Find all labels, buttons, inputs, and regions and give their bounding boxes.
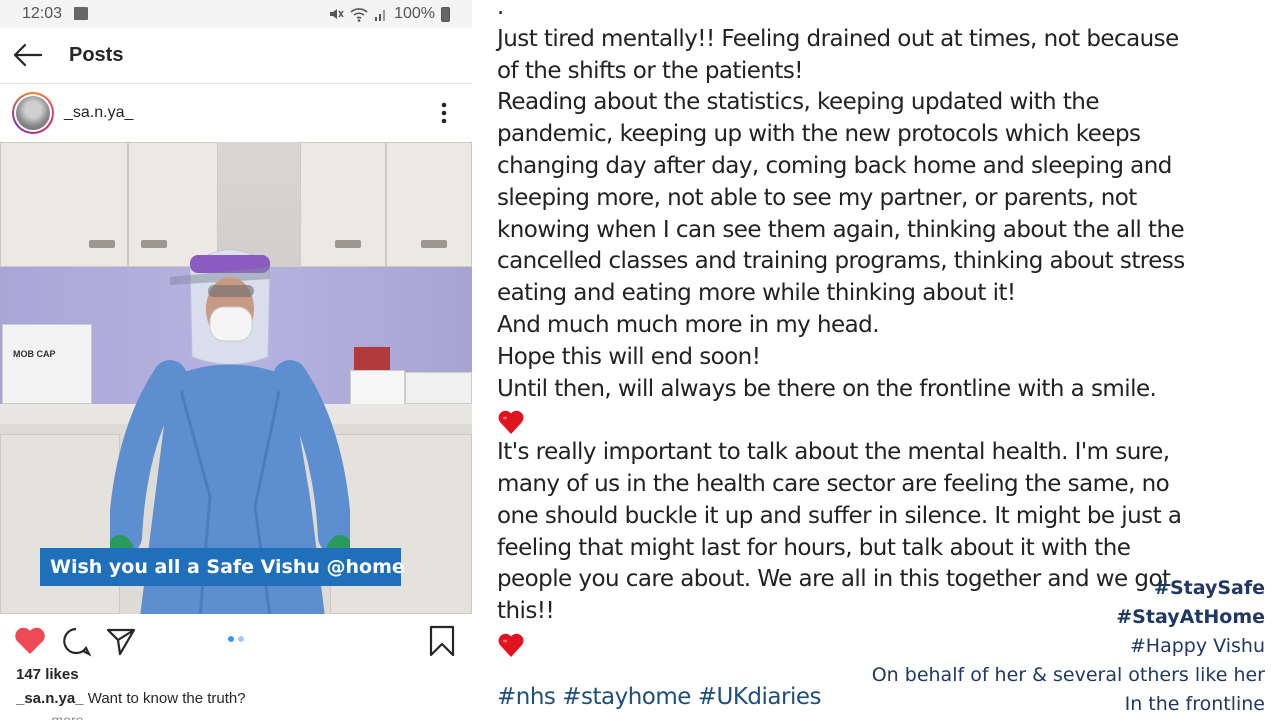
text-line: many of us in the health care sector are… [497,470,1170,497]
more-options-icon[interactable] [434,100,454,126]
carousel-indicator [228,636,244,642]
back-arrow-icon[interactable] [10,40,44,70]
text-line: of the shifts or the patients! [497,57,804,84]
supply-box [405,372,472,404]
status-bar: 12:03 100% [0,0,472,28]
text-line: changing day after day, coming back home… [497,152,1172,179]
supply-box: MOB CAP [2,324,92,404]
red-heart-emoji-icon [497,405,525,437]
instagram-post-screenshot: 12:03 100% Posts _sa.n.ya_ MOB CAP Wish … [0,0,472,720]
more-link[interactable]: ... more [36,712,83,720]
text-line: Hope this will end soon! [497,343,761,370]
battery-percent: 100% [394,5,435,22]
lower-cabinet [0,434,120,614]
post-username[interactable]: _sa.n.ya_ [64,104,133,122]
text-line: cancelled classes and training programs,… [497,248,1185,275]
battery-icon [441,6,450,22]
text-line: Just tired mentally!! Feeling drained ou… [497,25,1179,52]
status-right: 100% [328,5,450,23]
lower-cabinet [330,434,472,614]
page-title: Posts [69,44,124,66]
text-line: And much much more in my head. [497,311,880,338]
wifi-icon [350,8,368,22]
text-line: knowing when I can see them again, think… [497,216,1185,243]
mute-icon [330,9,344,19]
overlay-hashtag: #Happy Vishu [1129,635,1265,657]
post-hashtags[interactable]: #nhs #stayhome #UKdiaries [497,684,821,710]
text-line: one should buckle it up and suffer in si… [497,502,1182,529]
text-line: It's really important to talk about the … [497,439,1170,466]
text-line: sleeping more, not able to see my partne… [497,184,1137,211]
overlay-hashtag: #StaySafe [1154,577,1265,599]
overlay-hashtag: #StayAtHome [1116,606,1265,628]
text-line: pandemic, keeping up with the new protoc… [497,121,1141,148]
bookmark-icon[interactable] [425,624,459,658]
share-icon[interactable] [104,624,138,658]
caption-username[interactable]: _sa.n.ya_ [16,690,84,707]
image-caption-banner: Wish you all a Safe Vishu @home [40,548,405,586]
supply-box [350,370,405,405]
overlay-message: #StaySafe #StayAtHome #Happy Vishu On be… [872,574,1265,719]
upper-cabinet [386,142,472,267]
red-heart-emoji-icon [497,628,525,660]
post-photo[interactable]: MOB CAP Wish you all a Safe Vishu @home [0,142,472,614]
post-caption: _sa.n.ya_ Want to know the truth? [16,690,246,707]
upper-cabinet [0,142,128,267]
app-bar: Posts [0,28,472,84]
post-header: _sa.n.ya_ [0,86,472,142]
heart-icon[interactable] [13,624,47,658]
text-line: Reading about the statistics, keeping up… [497,89,1099,116]
post-body-text: . Just tired mentally!! Feeling drained … [497,0,1187,660]
overlay-line: In the frontline [1124,693,1265,715]
sim-icon [74,7,88,20]
comment-icon[interactable] [59,624,93,658]
avatar[interactable] [12,92,54,134]
status-time: 12:03 [22,5,63,22]
text-line: Until then, will always be there on the … [497,375,1157,402]
text-line: feeling that might last for hours, but t… [497,534,1131,561]
likes-count[interactable]: 147 likes [16,666,79,683]
overlay-line: On behalf of her & several others like h… [871,664,1265,686]
caption-text: Want to know the truth? [83,690,246,707]
text-line: eating and eating more while thinking ab… [497,280,1016,307]
divider [472,0,473,720]
post-actions [0,618,472,664]
signal-icon [375,10,386,21]
text-line: . [497,0,504,20]
